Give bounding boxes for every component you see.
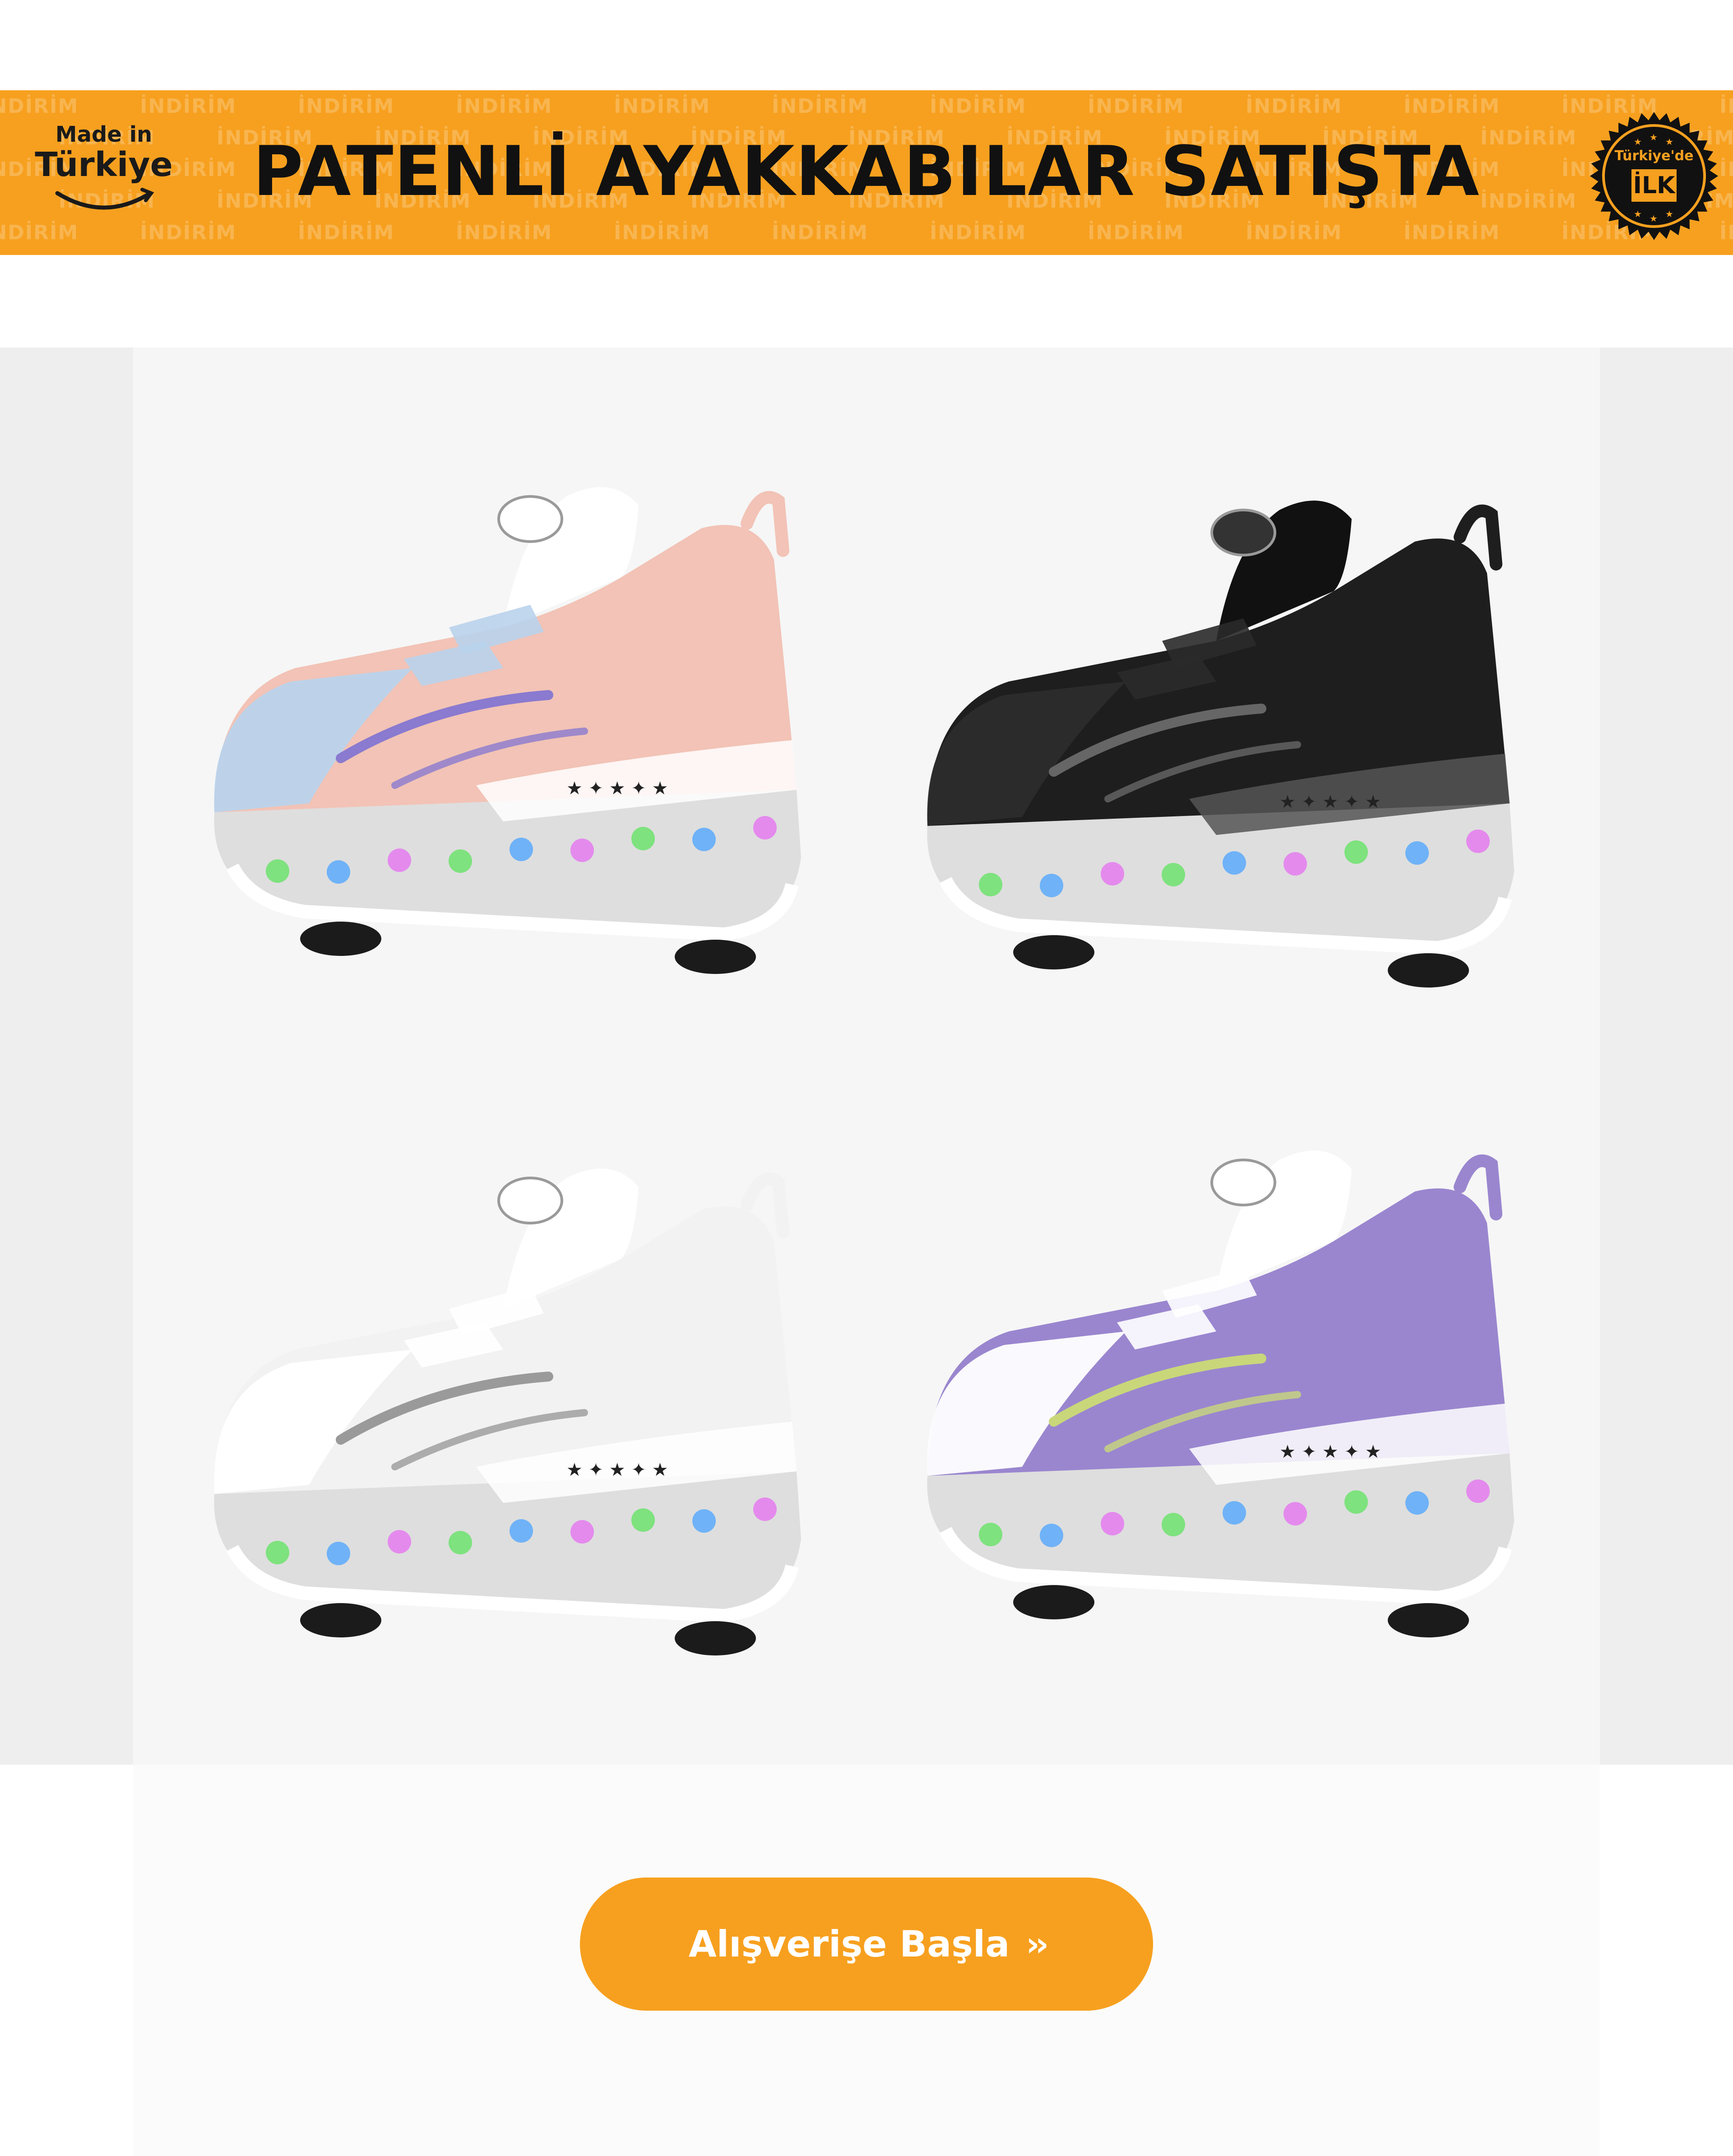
made-in-label: Made in bbox=[55, 122, 153, 147]
banner-pattern-word: İNDİRİM bbox=[614, 95, 711, 118]
banner-pattern-word: İNDİRİM bbox=[930, 95, 1027, 118]
svg-text:★: ★ bbox=[1650, 213, 1658, 224]
start-shopping-button[interactable]: Alışverişe Başla ›› bbox=[580, 1878, 1153, 2011]
start-shopping-label: Alışverişe Başla bbox=[688, 1923, 1010, 1965]
shoe-illustration: ★ ✦ ★ ✦ ★ bbox=[214, 487, 801, 974]
product-shoe-white[interactable]: ★ ✦ ★ ✦ ★ bbox=[160, 1097, 860, 1706]
svg-text:★: ★ bbox=[1665, 209, 1673, 219]
shoe-illustration: ★ ✦ ★ ✦ ★ bbox=[927, 501, 1514, 988]
content-top-spacer bbox=[133, 255, 1600, 348]
product-shoe-pink-blue[interactable]: ★ ✦ ★ ✦ ★ bbox=[160, 415, 860, 1025]
banner-pattern-word: İNDİRİM bbox=[614, 221, 711, 244]
banner-pattern-word: İNDİRİM bbox=[772, 95, 869, 118]
svg-text:★: ★ bbox=[1665, 136, 1673, 147]
svg-text:★: ★ bbox=[1634, 209, 1642, 219]
banner-pattern-word: İNDİRİM bbox=[772, 221, 869, 244]
shoe-illustration: ★ ✦ ★ ✦ ★ bbox=[927, 1150, 1514, 1637]
made-in-country: Türkiye bbox=[35, 145, 173, 184]
turkiyede-ilk-seal: ★ ★ ★ ★ ★ ★ Türkiye'de İLK bbox=[1589, 111, 1719, 241]
banner-pattern-word: İNDİRİM bbox=[1246, 95, 1343, 118]
chevron-right-icon: ›› bbox=[1026, 1924, 1049, 1964]
shoe-illustration: ★ ✦ ★ ✦ ★ bbox=[214, 1168, 801, 1655]
product-grid: ★ ✦ ★ ✦ ★ ★ ✦ ★ ✦ ★ ★ ✦ ★ ✦ ★ ★ ✦ ★ ✦ ★ bbox=[133, 348, 1600, 1765]
product-shoe-black[interactable]: ★ ✦ ★ ✦ ★ bbox=[873, 429, 1573, 1038]
banner-pattern-word: İNDİRİM bbox=[1088, 221, 1185, 244]
banner-pattern-word: İNDİRİM bbox=[1088, 95, 1185, 118]
top-spacer bbox=[0, 0, 1733, 90]
banner-pattern-word: İNDİRİM bbox=[1404, 95, 1501, 118]
made-in-turkiye-logo: Made in Türkiye bbox=[32, 122, 176, 230]
banner-pattern-word: İNDİRİM bbox=[1719, 95, 1733, 118]
seal-bottom-text: İLK bbox=[1631, 169, 1677, 202]
svg-text:★ ✦ ★ ✦ ★: ★ ✦ ★ ✦ ★ bbox=[1279, 1442, 1381, 1462]
svg-text:★ ✦ ★ ✦ ★: ★ ✦ ★ ✦ ★ bbox=[566, 778, 668, 799]
banner-pattern-word: İNDİRİM bbox=[456, 95, 553, 118]
banner-pattern-word: İNDİRİM bbox=[1719, 221, 1733, 244]
smile-icon bbox=[55, 188, 154, 210]
banner-pattern-word: İNDİRİM bbox=[456, 221, 553, 244]
banner-pattern-word: İNDİRİM bbox=[0, 95, 79, 118]
svg-text:★: ★ bbox=[1650, 132, 1658, 143]
svg-text:★ ✦ ★ ✦ ★: ★ ✦ ★ ✦ ★ bbox=[566, 1460, 668, 1480]
svg-text:★ ✦ ★ ✦ ★: ★ ✦ ★ ✦ ★ bbox=[1279, 792, 1381, 812]
banner-pattern-word: İNDİRİM bbox=[1404, 221, 1501, 244]
product-shoe-purple[interactable]: ★ ✦ ★ ✦ ★ bbox=[873, 1079, 1573, 1688]
banner-pattern-word: İNDİRİM bbox=[140, 95, 237, 118]
banner-pattern-word: İNDİRİM bbox=[298, 221, 395, 244]
page-title: PATENLİ AYAKKABILAR SATIŞTA bbox=[253, 131, 1480, 211]
banner-pattern-word: İNDİRİM bbox=[1246, 221, 1343, 244]
banner-pattern-word: İNDİRİM bbox=[298, 95, 395, 118]
seal-top-text: Türkiye'de bbox=[1614, 148, 1694, 164]
svg-text:★: ★ bbox=[1634, 136, 1642, 147]
banner-pattern-word: İNDİRİM bbox=[1719, 158, 1733, 181]
banner-pattern-word: İNDİRİM bbox=[930, 221, 1027, 244]
